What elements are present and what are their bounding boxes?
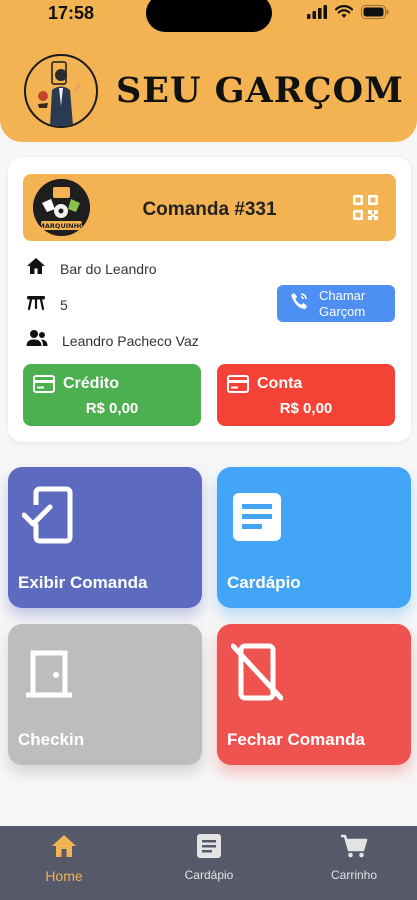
document-icon <box>233 493 281 546</box>
nav-home-label: Home <box>45 868 83 884</box>
status-icons <box>307 5 389 24</box>
app-header: 17:58 SEU GARÇOM <box>0 0 417 142</box>
phone-call-icon <box>289 291 309 316</box>
signal-icon <box>307 5 327 24</box>
info-row-table: 5 <box>26 293 68 316</box>
credito-title: Crédito <box>63 375 119 392</box>
table-number: 5 <box>60 296 68 313</box>
customer-name: Leandro Pacheco Vaz <box>62 332 199 349</box>
call-waiter-line2: Garçom <box>319 303 366 319</box>
checkin-label: Checkin <box>18 730 85 749</box>
fechar-comanda-label: Fechar Comanda <box>227 730 365 749</box>
status-bar: 17:58 <box>0 0 417 32</box>
conta-card[interactable]: Conta R$ 0,00 <box>217 364 395 426</box>
nav-cardapio[interactable]: Cardápio <box>154 834 264 882</box>
call-waiter-line1: Chamar <box>319 287 366 303</box>
wifi-icon <box>334 5 354 24</box>
nav-cardapio-label: Cardápio <box>184 868 234 882</box>
credit-card-icon <box>227 375 249 398</box>
mobile-off-icon <box>230 642 284 707</box>
call-waiter-label: Chamar Garçom <box>319 288 365 320</box>
door-icon <box>26 650 72 703</box>
comanda-card: MARQUINHO Comanda #331 Bar do Leandro 5 <box>8 157 411 442</box>
dynamic-island <box>146 0 272 32</box>
people-icon <box>26 329 48 352</box>
nav-carrinho-label: Carrinho <box>330 868 378 882</box>
comanda-title: Comanda #331 <box>142 199 277 220</box>
place-name: Bar do Leandro <box>60 260 157 277</box>
fechar-comanda-tile[interactable]: Fechar Comanda <box>217 624 411 765</box>
cardapio-label: Cardápio <box>227 573 301 592</box>
credito-value: R$ 0,00 <box>85 400 139 417</box>
comanda-header: MARQUINHO Comanda #331 <box>23 174 396 241</box>
home-icon <box>51 834 77 863</box>
credit-card-icon <box>33 375 55 398</box>
nav-carrinho[interactable]: Carrinho <box>299 834 409 882</box>
exibir-comanda-tile[interactable]: Exibir Comanda <box>8 467 202 608</box>
conta-value: R$ 0,00 <box>279 400 333 417</box>
info-row-customer: Leandro Pacheco Vaz <box>26 329 199 352</box>
bar-logo-text: MARQUINHO <box>38 222 85 230</box>
brand-title: SEU GARÇOM <box>116 70 404 111</box>
nav-home[interactable]: Home <box>9 834 119 884</box>
mobile-check-icon <box>21 485 74 550</box>
call-waiter-button[interactable]: Chamar Garçom <box>277 285 395 322</box>
conta-title: Conta <box>257 375 303 392</box>
credito-card[interactable]: Crédito R$ 0,00 <box>23 364 201 426</box>
checkin-tile[interactable]: Checkin <box>8 624 202 765</box>
status-time: 17:58 <box>48 3 95 23</box>
bottom-navigation: Home Cardápio Carrinho <box>0 826 417 900</box>
table-icon <box>26 293 46 316</box>
qr-code-icon[interactable] <box>352 194 379 221</box>
cardapio-tile[interactable]: Cardápio <box>217 467 411 608</box>
home-icon <box>26 257 46 280</box>
document-icon <box>197 834 221 863</box>
info-row-place: Bar do Leandro <box>26 257 157 280</box>
cart-icon <box>340 834 368 863</box>
exibir-comanda-label: Exibir Comanda <box>18 573 148 592</box>
battery-icon <box>361 5 389 24</box>
brand-logo <box>24 54 98 128</box>
